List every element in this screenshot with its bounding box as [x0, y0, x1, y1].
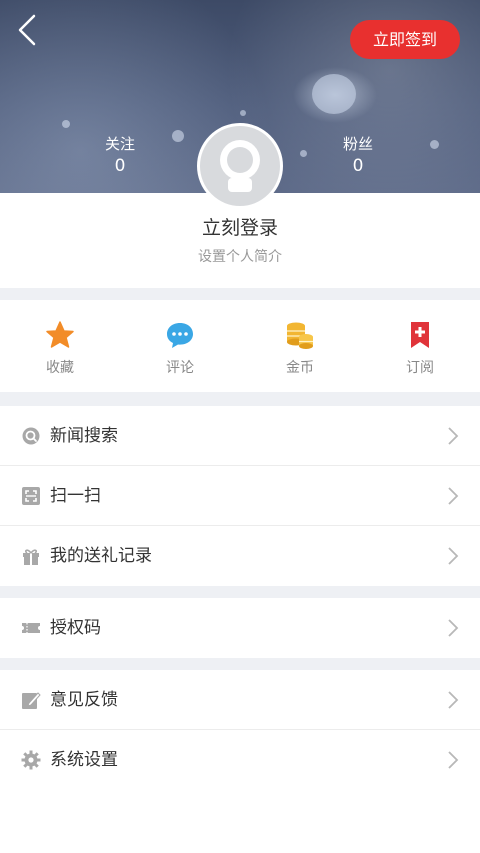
- follow-stat[interactable]: 关注 0: [80, 133, 160, 177]
- search-icon: [22, 427, 40, 445]
- fans-label: 粉丝: [342, 135, 373, 153]
- set-bio-link[interactable]: 设置个人简介: [0, 246, 480, 268]
- water-drop: [172, 130, 184, 142]
- back-button[interactable]: [14, 12, 42, 48]
- subscribe-button[interactable]: 订阅: [360, 300, 480, 392]
- checkin-button[interactable]: 立即签到: [350, 20, 460, 59]
- follow-label: 关注: [104, 135, 135, 153]
- water-drop: [312, 74, 356, 114]
- coins-label: 金币: [286, 360, 314, 376]
- chevron-left-icon: [18, 14, 36, 46]
- coins-icon: [287, 322, 313, 349]
- avatar[interactable]: [197, 123, 283, 209]
- fans-count: 0: [352, 156, 364, 176]
- favorites-button[interactable]: 收藏: [0, 300, 120, 392]
- quick-actions: 收藏 评论 金币 订阅: [0, 300, 480, 392]
- chevron-right-icon: [448, 751, 459, 769]
- comment-icon: [167, 323, 193, 348]
- water-drop: [240, 110, 246, 116]
- menu-label: 授权码: [50, 618, 101, 638]
- menu-group-auth: 授权码: [0, 598, 480, 658]
- gear-icon: [21, 750, 41, 770]
- subscribe-bookmark-icon: [411, 322, 429, 348]
- chevron-right-icon: [448, 427, 459, 445]
- subscribe-label: 订阅: [406, 360, 434, 376]
- follow-count: 0: [114, 156, 126, 176]
- section-divider: [0, 658, 480, 670]
- menu-item-auth-code[interactable]: 授权码: [0, 598, 480, 658]
- comments-label: 评论: [166, 360, 194, 376]
- menu-group-settings: 意见反馈 系统设置: [0, 670, 480, 790]
- menu-item-system-settings[interactable]: 系统设置: [0, 730, 480, 790]
- login-prompt[interactable]: 立刻登录: [0, 214, 480, 242]
- chevron-right-icon: [448, 547, 459, 565]
- default-avatar-icon: [220, 140, 260, 192]
- section-divider: [0, 586, 480, 598]
- comments-button[interactable]: 评论: [120, 300, 240, 392]
- section-divider: [0, 288, 480, 300]
- menu-item-scan[interactable]: 扫一扫: [0, 466, 480, 526]
- gift-icon: [23, 549, 39, 565]
- chevron-right-icon: [448, 487, 459, 505]
- chevron-right-icon: [448, 691, 459, 709]
- menu-label: 扫一扫: [50, 486, 101, 506]
- ticket-icon: [22, 623, 40, 633]
- menu-item-gift-records[interactable]: 我的送礼记录: [0, 526, 480, 586]
- water-drop: [430, 140, 439, 149]
- fans-stat[interactable]: 粉丝 0: [318, 133, 398, 177]
- water-drop: [300, 150, 307, 157]
- coins-button[interactable]: 金币: [240, 300, 360, 392]
- menu-item-news-search[interactable]: 新闻搜索: [0, 406, 480, 466]
- scan-icon: [22, 487, 40, 505]
- menu-label: 我的送礼记录: [50, 546, 152, 566]
- water-drop: [62, 120, 70, 128]
- menu-label: 新闻搜索: [50, 426, 118, 446]
- chevron-right-icon: [448, 619, 459, 637]
- menu-label: 意见反馈: [50, 690, 118, 710]
- menu-item-feedback[interactable]: 意见反馈: [0, 670, 480, 730]
- edit-feedback-icon: [22, 692, 41, 709]
- favorites-label: 收藏: [46, 360, 74, 376]
- star-icon: [46, 321, 74, 348]
- menu-label: 系统设置: [50, 750, 118, 770]
- menu-group-tools: 新闻搜索 扫一扫 我的送礼记录: [0, 406, 480, 586]
- section-divider: [0, 392, 480, 406]
